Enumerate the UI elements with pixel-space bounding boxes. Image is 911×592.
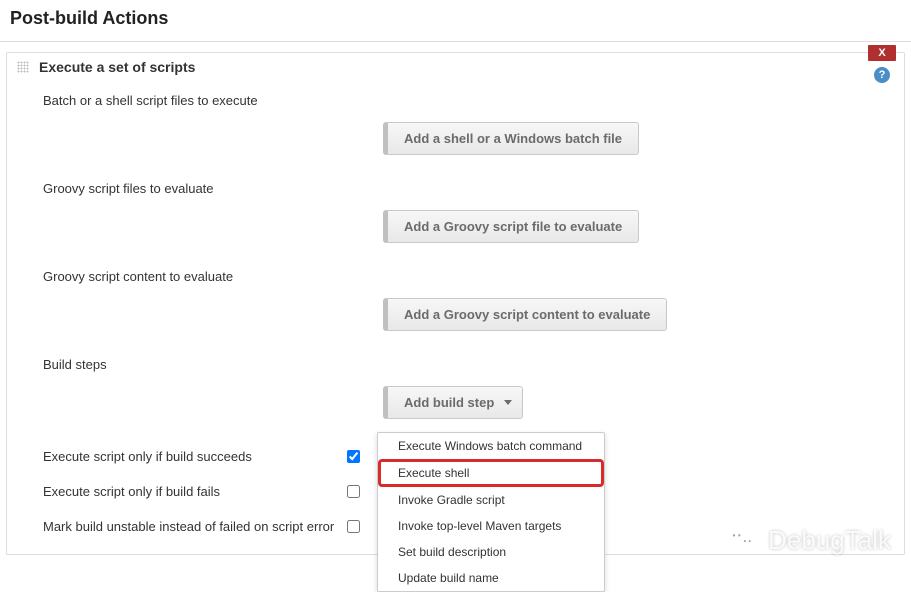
- groovy-files-label: Groovy script files to evaluate: [43, 179, 347, 196]
- build-steps-label: Build steps: [43, 355, 347, 372]
- drag-handle-icon[interactable]: [17, 61, 29, 73]
- batch-shell-label: Batch or a shell script files to execute: [43, 91, 347, 108]
- mark-unstable-checkbox[interactable]: [347, 520, 360, 533]
- add-groovy-file-button[interactable]: Add a Groovy script file to evaluate: [383, 210, 639, 243]
- section-title: Execute a set of scripts: [39, 59, 195, 75]
- dropdown-item-execute-shell[interactable]: Execute shell: [378, 459, 604, 487]
- add-batch-shell-button[interactable]: Add a shell or a Windows batch file: [383, 122, 639, 155]
- section-header: Execute a set of scripts: [7, 53, 904, 87]
- divider: [0, 41, 911, 42]
- only-fail-checkbox[interactable]: [347, 485, 360, 498]
- dropdown-item-execute-windows-batch-command[interactable]: Execute Windows batch command: [378, 433, 604, 459]
- dropdown-item-set-build-description[interactable]: Set build description: [378, 539, 604, 565]
- page-title: Post-build Actions: [0, 0, 911, 41]
- dropdown-item-invoke-gradle-script[interactable]: Invoke Gradle script: [378, 487, 604, 513]
- build-step-dropdown: Execute Windows batch commandExecute she…: [377, 432, 605, 592]
- only-success-label: Execute script only if build succeeds: [43, 449, 347, 464]
- add-build-step-label: Add build step: [404, 395, 494, 410]
- dropdown-item-update-build-name[interactable]: Update build name: [378, 565, 604, 591]
- chevron-down-icon: [504, 400, 512, 405]
- dropdown-item-invoke-top-level-maven-targets[interactable]: Invoke top-level Maven targets: [378, 513, 604, 539]
- groovy-content-label: Groovy script content to evaluate: [43, 267, 347, 284]
- add-build-step-button[interactable]: Add build step: [383, 386, 523, 419]
- add-groovy-content-button[interactable]: Add a Groovy script content to evaluate: [383, 298, 667, 331]
- only-success-checkbox[interactable]: [347, 450, 360, 463]
- only-fail-label: Execute script only if build fails: [43, 484, 347, 499]
- mark-unstable-label: Mark build unstable instead of failed on…: [43, 519, 347, 534]
